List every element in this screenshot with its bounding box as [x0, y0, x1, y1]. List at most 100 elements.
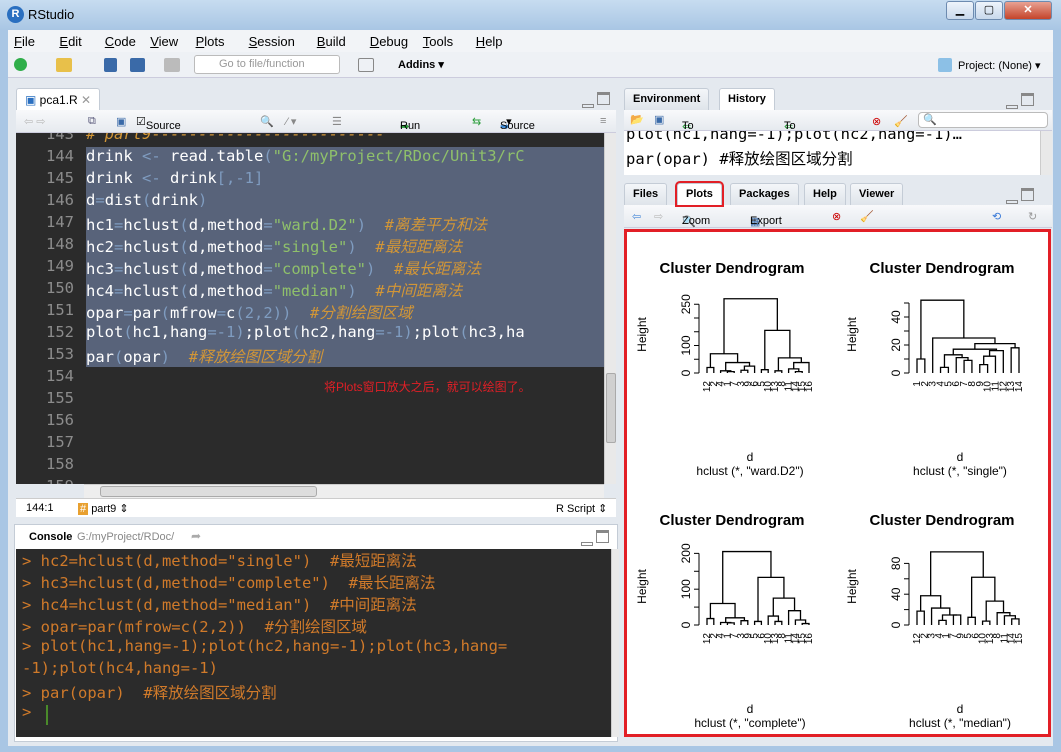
tab-history[interactable]: History	[719, 88, 775, 110]
load-history-icon[interactable]: 📂	[630, 113, 644, 126]
maximize-button[interactable]: ▢	[975, 1, 1003, 20]
code-editor[interactable]: 143 # part9------------------------- 144 dr…	[16, 133, 604, 484]
show-in-window-icon[interactable]: ⧉	[88, 115, 96, 128]
history-entry[interactable]: plot(hc1,hang=-1);plot(hc2,hang=-1)…	[626, 131, 962, 143]
editor-tab[interactable]: ▣ pca1.R ✕	[16, 88, 101, 110]
menu-help[interactable]: Help	[476, 34, 503, 49]
menu-code[interactable]: Code	[105, 34, 136, 49]
clear-plots-icon[interactable]: 🧹	[860, 210, 874, 223]
console-output[interactable]: > hc2=hclust(d,method="single") #最短距离法 > …	[16, 549, 612, 737]
menu-session[interactable]: Session	[249, 34, 295, 49]
r-file-icon: ▣	[25, 93, 40, 107]
history-list[interactable]: plot(hc1,hang=-1);plot(hc2,hang=-1)… par(…	[624, 131, 1040, 175]
remove-entry-icon[interactable]: ⊗	[872, 115, 881, 128]
history-entry[interactable]: par(opar) #释放绘图区域分割	[626, 147, 853, 169]
menu-build[interactable]: Build	[317, 34, 346, 49]
goto-file-input[interactable]: Go to file/function	[194, 55, 340, 74]
dendrogram-link	[794, 370, 803, 373]
tab-environment[interactable]: Environment	[624, 88, 710, 110]
dendrogram-link	[706, 366, 715, 373]
dendrogram-link	[709, 353, 739, 368]
menu-tools[interactable]: Tools	[423, 34, 453, 49]
history-scrollbar[interactable]	[1040, 131, 1052, 175]
dendrogram-link	[787, 610, 802, 625]
close-tab-icon[interactable]: ✕	[81, 93, 91, 107]
pane-min-max[interactable]	[582, 92, 614, 108]
tab-viewer[interactable]: Viewer	[850, 183, 904, 205]
save-history-icon[interactable]: ▣	[654, 113, 664, 126]
line-number: 146	[46, 191, 74, 209]
dendrogram-2: Cluster Dendrogram dhclust (*, "single") H…	[845, 260, 1025, 478]
outline-icon[interactable]: ≡	[600, 115, 606, 127]
close-button[interactable]: ✕	[1004, 1, 1052, 20]
code-line[interactable]: drink <- read.table("G:/myProject/RDoc/U…	[86, 147, 604, 169]
code-line[interactable]: hc1=hclust(d,method="ward.D2") #离差平方和法	[86, 213, 604, 235]
y-axis-label: Height	[635, 316, 649, 351]
history-min-max[interactable]	[1006, 93, 1038, 109]
section-menu[interactable]: # part9 ⇕	[78, 502, 129, 515]
dendrogram-link	[726, 622, 735, 625]
project-menu[interactable]: Project: (None) ▾	[958, 59, 1041, 72]
grid-layout-icon[interactable]	[358, 58, 374, 72]
refresh-icon[interactable]: ↻	[1028, 210, 1037, 223]
code-line[interactable]: plot(hc1,hang=-1);plot(hc2,hang=-1);plot…	[86, 323, 604, 345]
plots-viewer: Cluster Dendrogram d hclust (*, "ward.D2")…	[624, 229, 1051, 737]
console-min-max[interactable]	[581, 530, 613, 546]
menu-plots[interactable]: Plots	[196, 34, 225, 49]
menu-edit[interactable]: Edit	[59, 34, 81, 49]
menu-view[interactable]: View	[150, 34, 178, 49]
tab-plots[interactable]: Plots	[675, 181, 724, 207]
menu-file[interactable]: File	[14, 34, 35, 49]
compile-report-icon[interactable]: ☰	[332, 115, 342, 128]
search-icon[interactable]: 🔍	[260, 115, 274, 128]
plot-subtitle: hclust (*, "ward.D2")	[696, 464, 803, 478]
code-line[interactable]: hc4=hclust(d,method="median") #中间距离法	[86, 279, 604, 301]
save-icon[interactable]	[104, 58, 117, 72]
code-line[interactable]: drink <- drink[,-1]	[86, 169, 604, 191]
new-file-icon[interactable]	[14, 58, 27, 71]
code-line[interactable]: hc2=hclust(d,method="single") #最短距离法	[86, 235, 604, 257]
history-search-input[interactable]: 🔍	[918, 112, 1048, 128]
menu-debug[interactable]: Debug	[370, 34, 408, 49]
magic-wand-icon[interactable]: ⁄ ▾	[286, 115, 296, 128]
y-tick-label: 0	[889, 621, 903, 628]
files-pane-header: ⇦ ⇨ 🔍 Zoom ▦ Export ▾ ⊗ 🧹 ⟲ ↻ Files Plots…	[624, 181, 1052, 240]
code-line[interactable]: d=dist(drink)	[86, 191, 604, 213]
save-icon[interactable]: ▣	[116, 115, 126, 128]
go-to-directory-icon[interactable]: ➦	[191, 529, 201, 543]
rerun-icon[interactable]: ⇆	[472, 115, 481, 128]
tab-packages[interactable]: Packages	[730, 183, 799, 205]
addins-button[interactable]: Addins ▾	[398, 58, 444, 71]
dendrogram-1: Cluster Dendrogram dhclust (*, "ward.D2")…	[635, 260, 815, 478]
y-tick-label: 80	[889, 556, 903, 570]
dendrogram-link	[967, 616, 976, 625]
rstudio-logo-icon: R	[7, 6, 24, 23]
print-icon[interactable]	[164, 58, 180, 72]
tab-files[interactable]: Files	[624, 183, 668, 205]
filetype-menu[interactable]: R Script ⇕	[556, 502, 607, 515]
code-line[interactable]: hc3=hclust(d,method="complete") #最长距离法	[86, 257, 604, 279]
line-number: 152	[46, 323, 74, 341]
window-title: RStudio	[28, 7, 75, 22]
code-line[interactable]: # part9-------------------------	[86, 133, 385, 147]
back-icon[interactable]: ⇦ ⇨	[24, 115, 46, 128]
next-plot-icon[interactable]: ⇨	[654, 210, 663, 223]
source-on-save-checkbox[interactable]: ☑ Source on Save	[136, 115, 181, 156]
leaf-label: 16	[804, 633, 815, 645]
sync-icon[interactable]: ⟲	[992, 210, 1001, 223]
source-button[interactable]: ➡ Source ▾	[500, 115, 535, 133]
previous-plot-icon[interactable]: ⇦	[632, 210, 641, 223]
minimize-button[interactable]: ▁	[946, 1, 974, 20]
console-scrollbar[interactable]	[611, 549, 619, 737]
editor-horizontal-scrollbar[interactable]	[84, 484, 604, 498]
remove-plot-icon[interactable]: ⊗	[832, 210, 841, 223]
tab-help[interactable]: Help	[804, 183, 846, 205]
code-line[interactable]: par(opar) #释放绘图区域分割	[86, 345, 604, 367]
save-all-icon[interactable]	[130, 58, 145, 72]
console-line: > par(opar) #释放绘图区域分割	[22, 684, 277, 702]
editor-vertical-scrollbar[interactable]	[604, 133, 616, 484]
broom-icon[interactable]: 🧹	[894, 115, 908, 128]
open-file-icon[interactable]	[56, 58, 72, 72]
plots-min-max[interactable]	[1006, 188, 1038, 204]
code-line[interactable]: opar=par(mfrow=c(2,2)) #分割绘图区域	[86, 301, 604, 323]
